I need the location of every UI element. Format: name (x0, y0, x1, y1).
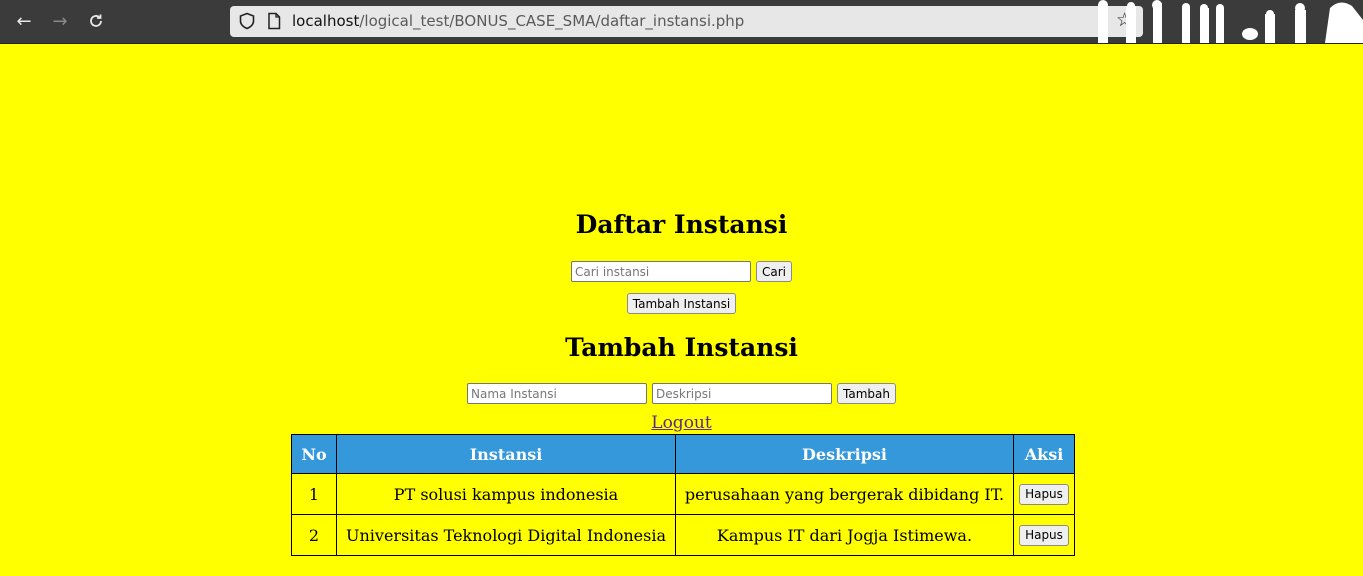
delete-button[interactable]: Hapus (1019, 483, 1069, 505)
header-no: No (291, 434, 337, 474)
add-button[interactable]: Tambah (837, 383, 896, 404)
name-input[interactable] (467, 383, 648, 404)
forward-arrow-icon: → (52, 10, 68, 32)
search-input[interactable] (571, 261, 751, 282)
cell-aksi: Hapus (1013, 473, 1075, 515)
delete-button[interactable]: Hapus (1019, 524, 1069, 546)
form-title: Tambah Instansi (565, 333, 798, 362)
table-header-row: No Instansi Deskripsi Aksi (291, 434, 1075, 474)
table-row: 1 PT solusi kampus indonesia perusahaan … (291, 473, 1075, 515)
logout-link[interactable]: Logout (651, 413, 711, 433)
cell-instansi: PT solusi kampus indonesia (336, 473, 676, 515)
cell-deskripsi: Kampus IT dari Jogja Istimewa. (675, 514, 1014, 556)
cell-no: 2 (291, 514, 337, 556)
search-button[interactable]: Cari (756, 261, 792, 282)
url-host: localhost (292, 12, 360, 30)
page-title: Daftar Instansi (575, 210, 788, 239)
instansi-table: No Instansi Deskripsi Aksi 1 PT solusi k… (291, 434, 1075, 556)
search-row: Cari (0, 261, 1363, 282)
cell-no: 1 (291, 473, 337, 515)
url-bar[interactable]: localhost/logical_test/BONUS_CASE_SMA/da… (230, 6, 1143, 37)
add-form-row: Tambah (0, 383, 1363, 404)
table-row: 2 Universitas Teknologi Digital Indonesi… (291, 514, 1075, 556)
add-instansi-button[interactable]: Tambah Instansi (626, 293, 737, 314)
reload-icon[interactable] (83, 8, 109, 34)
url-path: /logical_test/BONUS_CASE_SMA/daftar_inst… (359, 12, 745, 30)
logout-row: Logout (0, 413, 1363, 433)
cell-aksi: Hapus (1013, 514, 1075, 556)
cell-instansi: Universitas Teknologi Digital Indonesia (336, 514, 676, 556)
add-toggle-row: Tambah Instansi (0, 293, 1363, 314)
description-input[interactable] (652, 383, 833, 404)
back-arrow-icon[interactable]: ← (11, 8, 37, 34)
page-icon (268, 12, 281, 30)
browser-toolbar: ← → localhost/logical_test/BONUS_CASE_SM… (0, 0, 1363, 44)
shield-icon[interactable] (238, 12, 256, 30)
header-aksi: Aksi (1013, 434, 1075, 474)
header-deskripsi: Deskripsi (675, 434, 1014, 474)
cell-deskripsi: perusahaan yang bergerak dibidang IT. (675, 473, 1014, 515)
url-text[interactable]: localhost/logical_test/BONUS_CASE_SMA/da… (292, 12, 744, 30)
theme-silhouettes (1090, 0, 1363, 43)
header-instansi: Instansi (336, 434, 676, 474)
